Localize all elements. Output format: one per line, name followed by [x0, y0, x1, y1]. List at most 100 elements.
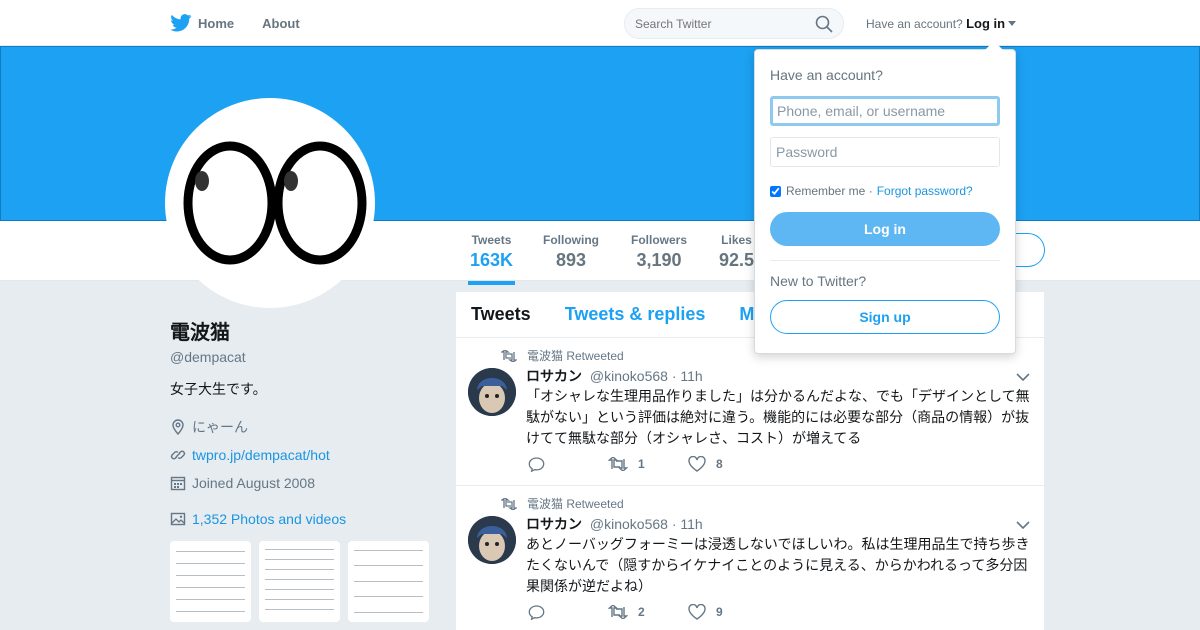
retweet-button[interactable]: 1 [608, 457, 688, 471]
new-to-twitter-text: New to Twitter? [770, 273, 867, 289]
tweet-header: ロサカン @kinoko568 · 11h [526, 514, 703, 534]
like-button[interactable]: 8 [688, 456, 768, 472]
stat-following[interactable]: Following 893 [543, 233, 599, 271]
location-pin-icon [172, 419, 184, 435]
stat-value: 3,190 [636, 250, 682, 270]
like-button[interactable]: 9 [688, 604, 768, 620]
retweeted-by-text[interactable]: 電波猫 Retweeted [527, 347, 624, 364]
stat-label: Following [543, 233, 599, 247]
calendar-icon [170, 476, 186, 491]
avatar-image [468, 516, 516, 564]
signup-button[interactable]: Sign up [770, 300, 1000, 334]
tweet-header: ロサカン @kinoko568 · 11h [526, 366, 703, 386]
reply-icon [528, 604, 545, 620]
nav-home-label: Home [198, 15, 235, 31]
reply-button[interactable] [528, 604, 608, 620]
profile-url-link[interactable]: twpro.jp/dempacat/hot [192, 447, 330, 463]
tweet[interactable]: 電波猫 Retweeted ロサカン @kinoko568 · 11h あとノー… [456, 486, 1044, 630]
photo-icon [170, 512, 186, 526]
tweet-author-handle[interactable]: @kinoko568 [590, 516, 668, 532]
reply-icon [528, 456, 545, 472]
stat-label: Tweets [471, 233, 512, 247]
search-icon[interactable] [815, 15, 833, 33]
profile-bio: 女子大生です。 [170, 381, 267, 397]
stat-label: Likes [721, 233, 752, 247]
joined-text: Joined August 2008 [192, 475, 315, 491]
tweet-text: 「オシャレな生理用品作りました」は分かるんだよな、でも「デザインとして無駄がない… [526, 388, 1030, 446]
retweet-button[interactable]: 2 [608, 605, 688, 619]
retweeted-by-text[interactable]: 電波猫 Retweeted [527, 495, 624, 512]
tweet-author-handle[interactable]: @kinoko568 [590, 368, 668, 384]
link-icon [170, 450, 186, 460]
media-thumbnail[interactable] [259, 541, 340, 622]
media-thumbnail[interactable] [170, 541, 251, 622]
nav-about-label: About [262, 15, 300, 31]
tab-tweets[interactable]: Tweets [471, 304, 531, 325]
reply-button[interactable] [528, 456, 608, 472]
stat-value: 163K [470, 250, 514, 270]
twitter-bird-icon [170, 14, 192, 32]
remember-me-row: Remember me · Forgot password? [770, 184, 973, 198]
profile-sidebar: 電波猫 @dempacat 女子大生です。 にゃーん twpro.jp/demp… [170, 316, 440, 630]
location-text: にゃーん [192, 419, 248, 435]
tab-media[interactable]: M [739, 304, 754, 325]
retweet-context: 電波猫 Retweeted [501, 347, 624, 364]
stat-tweets[interactable]: Tweets 163K [467, 233, 516, 285]
tweet-author-name[interactable]: ロサカン [526, 516, 582, 532]
heart-icon [688, 456, 706, 472]
forgot-password-link[interactable]: Forgot password? [877, 184, 973, 198]
like-count: 8 [716, 457, 723, 471]
stat-value: 92.5 [719, 250, 755, 270]
search-box [624, 8, 844, 39]
tweet[interactable]: 電波猫 Retweeted ロサカン @kinoko568 · 11h 「オシャ… [456, 338, 1044, 486]
chevron-down-icon[interactable] [1016, 372, 1030, 382]
photos-videos-link[interactable]: 1,352 Photos and videos [170, 505, 440, 533]
username-field[interactable] [770, 96, 1000, 126]
login-dropdown: Have an account? Remember me · Forgot pa… [754, 41, 1016, 354]
tweet-text: あとノーバッグフォーミーは浸透しないでほしいわ。私は生理用品生で持ち歩きたくない… [526, 536, 1030, 594]
retweet-icon [501, 349, 517, 362]
profile-handle[interactable]: @dempacat [170, 349, 440, 365]
top-navigation-bar: Home About Have an account? Log in [0, 0, 1200, 46]
login-button[interactable]: Log in [770, 212, 1000, 246]
media-thumbnails [170, 541, 440, 622]
tweet-time[interactable]: · 11h [672, 368, 703, 384]
heart-icon [688, 604, 706, 620]
media-thumbnail[interactable] [348, 541, 429, 622]
stat-followers[interactable]: Followers 3,190 [631, 233, 687, 271]
retweet-icon [608, 457, 628, 471]
caret-down-icon [1008, 21, 1017, 26]
stat-value: 893 [555, 250, 587, 270]
tab-tweets-replies[interactable]: Tweets & replies [565, 304, 706, 325]
have-account-text: Have an account? [866, 17, 963, 31]
login-link-label: Log in [966, 16, 1006, 31]
eyes-avatar-image [183, 141, 367, 265]
profile-joined: Joined August 2008 [170, 469, 440, 497]
tweet-time[interactable]: · 11h [672, 516, 703, 532]
password-field[interactable] [770, 137, 1000, 167]
profile-name[interactable]: 電波猫 [170, 316, 440, 345]
photos-videos-label[interactable]: 1,352 Photos and videos [192, 511, 346, 527]
login-menu-toggle[interactable]: Have an account? Log in [866, 16, 1017, 31]
profile-avatar[interactable] [165, 98, 375, 308]
nav-home[interactable]: Home [170, 14, 234, 32]
retweet-count: 1 [638, 457, 645, 471]
retweet-icon [608, 605, 628, 619]
tweet-author-avatar[interactable] [468, 368, 516, 416]
stat-likes[interactable]: Likes 92.5 [719, 233, 754, 271]
dropdown-title: Have an account? [770, 67, 883, 83]
remember-me-label: Remember me · [786, 184, 873, 198]
chevron-down-icon[interactable] [1016, 520, 1030, 530]
nav-about[interactable]: About [262, 16, 300, 31]
avatar-image [468, 368, 516, 416]
global-nav: Home About [170, 0, 328, 46]
tweet-author-avatar[interactable] [468, 516, 516, 564]
tweet-actions: 2 9 [528, 604, 768, 620]
stat-label: Followers [631, 233, 688, 247]
profile-location: にゃーん [170, 413, 440, 441]
remember-me-checkbox[interactable] [770, 185, 781, 197]
like-count: 9 [716, 605, 723, 619]
tweet-author-name[interactable]: ロサカン [526, 368, 582, 384]
search-input[interactable] [635, 16, 815, 31]
profile-url: twpro.jp/dempacat/hot [170, 441, 440, 469]
